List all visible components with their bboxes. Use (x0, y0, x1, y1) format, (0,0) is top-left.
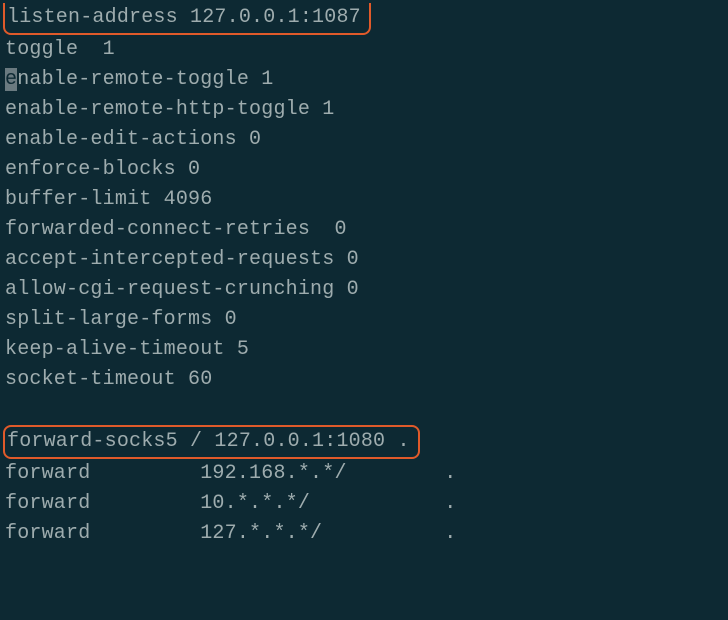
listen-address-highlight: listen-address 127.0.0.1:1087 (3, 3, 371, 35)
config-line-listen-address: listen-address 127.0.0.1:1087 (5, 3, 728, 35)
config-line-buffer-limit: buffer-limit 4096 (5, 185, 728, 215)
config-line-toggle: toggle 1 (5, 35, 728, 65)
config-line-forwarded-connect-retries: forwarded-connect-retries 0 (5, 215, 728, 245)
config-line-accept-intercepted-requests: accept-intercepted-requests 0 (5, 245, 728, 275)
blank-line (5, 395, 728, 425)
config-line-enable-remote-http-toggle: enable-remote-http-toggle 1 (5, 95, 728, 125)
config-line-split-large-forms: split-large-forms 0 (5, 305, 728, 335)
config-line-forward-1: forward 192.168.*.*/ . (5, 459, 728, 489)
enable-remote-toggle-rest: nable-remote-toggle 1 (17, 68, 273, 91)
forward-socks5-highlight: forward-socks5 / 127.0.0.1:1080 . (3, 425, 420, 459)
cursor-position: e (5, 68, 17, 91)
config-line-allow-cgi-request-crunching: allow-cgi-request-crunching 0 (5, 275, 728, 305)
config-line-forward-2: forward 10.*.*.*/ . (5, 489, 728, 519)
config-line-socket-timeout: socket-timeout 60 (5, 365, 728, 395)
config-line-keep-alive-timeout: keep-alive-timeout 5 (5, 335, 728, 365)
config-line-enforce-blocks: enforce-blocks 0 (5, 155, 728, 185)
config-line-forward-socks5: forward-socks5 / 127.0.0.1:1080 . (5, 425, 728, 459)
config-line-enable-edit-actions: enable-edit-actions 0 (5, 125, 728, 155)
config-line-forward-3: forward 127.*.*.*/ . (5, 519, 728, 549)
config-line-enable-remote-toggle: enable-remote-toggle 1 (5, 65, 728, 95)
